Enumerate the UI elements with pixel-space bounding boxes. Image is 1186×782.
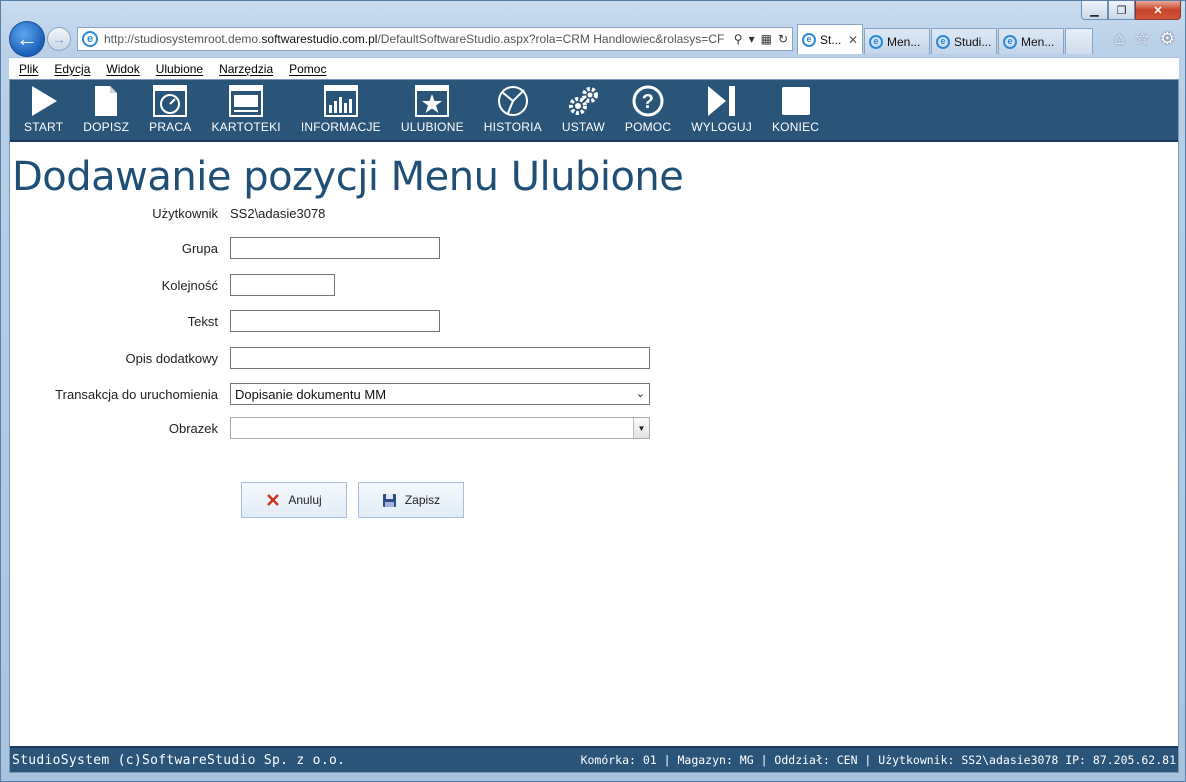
transaction-select[interactable]: Dopisanie dokumentu MM ⌄ bbox=[230, 383, 650, 405]
back-button[interactable]: ← bbox=[9, 21, 45, 57]
stop-icon bbox=[781, 87, 810, 115]
status-footer: StudioSystem (c)SoftwareStudio Sp. z o.o… bbox=[10, 746, 1178, 772]
toolbar-historia[interactable]: HISTORIA bbox=[474, 80, 552, 140]
transaction-label: Transakcja do uruchomienia bbox=[55, 386, 218, 402]
menu-ulubione[interactable]: Ulubione bbox=[156, 62, 203, 76]
minimize-button[interactable]: ▁ bbox=[1081, 1, 1108, 20]
toolbar-wyloguj[interactable]: WYLOGUJ bbox=[681, 80, 762, 140]
maximize-button[interactable]: ❐ bbox=[1108, 1, 1135, 20]
browser-tab[interactable]: e Men... bbox=[864, 28, 930, 54]
ie-tab-icon: e bbox=[869, 34, 883, 49]
compatibility-icon[interactable]: ▦ bbox=[761, 32, 772, 46]
document-icon bbox=[95, 86, 118, 116]
cancel-x-icon bbox=[267, 494, 280, 506]
toolbar-ulubione[interactable]: ULUBIONE bbox=[391, 80, 474, 140]
forward-button[interactable]: → bbox=[47, 27, 71, 51]
bar-chart-icon bbox=[323, 85, 358, 117]
browser-tab[interactable]: e Men... bbox=[998, 28, 1064, 54]
help-icon: ? bbox=[632, 85, 664, 117]
address-bar[interactable]: e http://studiosystemroot.demo.softwares… bbox=[77, 27, 793, 51]
ie-tab-icon: e bbox=[802, 32, 816, 47]
app-toolbar: START DOPISZ PRACA KARTOTEKI INFORMACJE … bbox=[10, 80, 1178, 142]
menu-edycja[interactable]: Edycja bbox=[54, 62, 90, 76]
order-input[interactable] bbox=[230, 274, 335, 296]
new-tab-button[interactable] bbox=[1065, 28, 1093, 54]
text-input[interactable] bbox=[230, 310, 440, 332]
footer-copyright: StudioSystem (c)SoftwareStudio Sp. z o.o… bbox=[12, 752, 346, 768]
svg-text:?: ? bbox=[642, 91, 654, 113]
main-content: Dodawanie pozycji Menu Ulubione Użytkown… bbox=[10, 144, 1178, 746]
navigation-bar: ← → e http://studiosystemroot.demo.softw… bbox=[9, 21, 1181, 57]
toolbar-ustaw[interactable]: USTAW bbox=[552, 80, 615, 140]
order-label: Kolejność bbox=[161, 277, 218, 293]
toolbar-pomoc[interactable]: ? POMOC bbox=[615, 80, 681, 140]
dropdown-arrow-icon[interactable]: ▼ bbox=[633, 418, 649, 438]
gauge-icon bbox=[153, 85, 188, 117]
image-combobox[interactable]: ▼ bbox=[230, 417, 650, 439]
text-row: Tekst bbox=[10, 310, 440, 332]
menu-widok[interactable]: Widok bbox=[106, 62, 139, 76]
browser-window: ▁ ❐ ✕ ← → e http://studiosystemroot.demo… bbox=[0, 0, 1186, 782]
toolbar-informacje[interactable]: INFORMACJE bbox=[291, 80, 391, 140]
browser-tabs: e St... ✕ e Men... e Studi... e Men... bbox=[797, 24, 1093, 54]
group-label: Grupa bbox=[181, 240, 218, 256]
ie-tab-icon: e bbox=[936, 34, 950, 49]
ie-page-icon: e bbox=[82, 31, 98, 47]
toolbar-koniec[interactable]: KONIEC bbox=[762, 80, 829, 140]
home-icon[interactable]: ⌂ bbox=[1114, 29, 1124, 49]
window-icon bbox=[229, 85, 264, 117]
menu-plik[interactable]: Plik bbox=[19, 62, 38, 76]
logout-icon bbox=[707, 86, 735, 116]
app-viewport: START DOPISZ PRACA KARTOTEKI INFORMACJE … bbox=[9, 79, 1179, 773]
toolbar-dopisz[interactable]: DOPISZ bbox=[73, 80, 139, 140]
save-button[interactable]: Zapisz bbox=[358, 482, 464, 518]
window-caption-buttons: ▁ ❐ ✕ bbox=[1081, 1, 1181, 20]
toolbar-start[interactable]: START bbox=[16, 80, 73, 140]
group-input[interactable] bbox=[230, 237, 440, 259]
close-tab-icon[interactable]: ✕ bbox=[848, 33, 858, 47]
toolbar-praca[interactable]: PRACA bbox=[139, 80, 201, 140]
order-row: Kolejność bbox=[10, 274, 335, 296]
save-button-label: Zapisz bbox=[404, 493, 441, 507]
favorites-star-icon[interactable]: ☆ bbox=[1135, 29, 1150, 49]
transaction-row: Transakcja do uruchomienia Dopisanie dok… bbox=[10, 383, 650, 405]
description-label: Opis dodatkowy bbox=[125, 350, 219, 366]
page-title: Dodawanie pozycji Menu Ulubione bbox=[12, 154, 684, 200]
menu-pomoc[interactable]: Pomoc bbox=[289, 62, 326, 76]
browser-menu-bar: Plik Edycja Widok Ulubione Narzędzia Pom… bbox=[9, 57, 1179, 79]
dropdown-arrow-icon[interactable]: ▾ bbox=[749, 32, 755, 46]
user-label: Użytkownik bbox=[152, 206, 218, 221]
text-label: Tekst bbox=[187, 313, 218, 329]
group-row: Grupa bbox=[10, 237, 440, 259]
menu-narzedzia[interactable]: Narzędzia bbox=[219, 62, 273, 76]
image-row: Obrazek ▼ bbox=[10, 417, 650, 439]
description-row: Opis dodatkowy bbox=[10, 347, 650, 369]
star-icon bbox=[415, 85, 450, 117]
cancel-button-label: Anuluj bbox=[288, 493, 322, 507]
play-icon bbox=[31, 86, 57, 116]
transaction-selected-value: Dopisanie dokumentu MM bbox=[235, 386, 387, 402]
settings-gear-icon[interactable]: ⚙ bbox=[1160, 29, 1175, 49]
search-icon[interactable]: ⚲ bbox=[734, 32, 743, 46]
ie-tab-icon: e bbox=[1003, 34, 1017, 49]
gears-icon bbox=[569, 87, 599, 115]
browser-tab[interactable]: e St... ✕ bbox=[797, 24, 863, 54]
url-text[interactable]: http://studiosystemroot.demo.softwarestu… bbox=[104, 32, 724, 46]
footer-session-info: Komórka: 01 | Magazyn: MG | Oddział: CEN… bbox=[580, 753, 1176, 767]
chevron-down-icon: ⌄ bbox=[635, 388, 645, 400]
description-input[interactable] bbox=[230, 347, 650, 369]
image-label: Obrazek bbox=[168, 420, 218, 436]
user-value: SS2\adasie3078 bbox=[230, 206, 326, 221]
user-row: Użytkownik SS2\adasie3078 bbox=[10, 206, 325, 221]
floppy-disk-icon bbox=[382, 493, 396, 507]
history-icon bbox=[497, 86, 528, 116]
close-window-button[interactable]: ✕ bbox=[1135, 1, 1181, 20]
browser-tab[interactable]: e Studi... bbox=[931, 28, 997, 54]
cancel-button[interactable]: Anuluj bbox=[241, 482, 347, 518]
toolbar-kartoteki[interactable]: KARTOTEKI bbox=[201, 80, 290, 140]
refresh-icon[interactable]: ↻ bbox=[778, 32, 788, 46]
